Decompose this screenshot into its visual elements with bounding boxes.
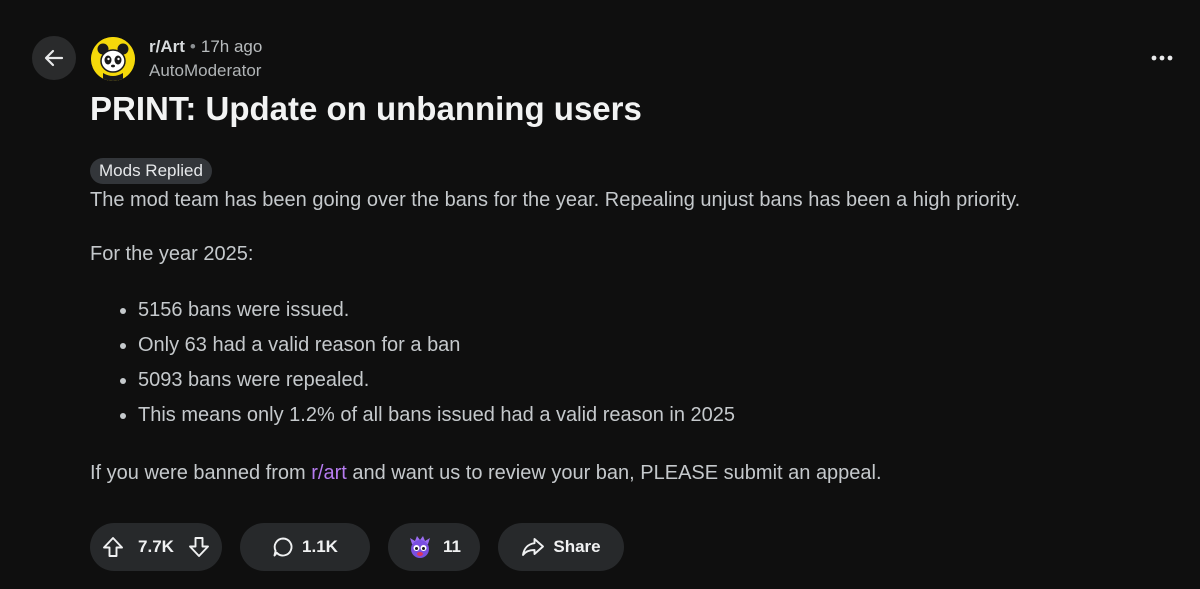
post-author[interactable]: AutoModerator [149,60,262,82]
upvote-button[interactable] [102,536,124,558]
meta-line: r/Art • 17h ago [149,36,262,58]
post-meta: r/Art • 17h ago AutoModerator [149,36,262,82]
vote-control: 7.7K [90,523,222,571]
body-appeal: If you were banned from r/art and want u… [90,459,1150,487]
subreddit-name[interactable]: r/Art [149,37,185,56]
vote-count: 7.7K [138,537,174,556]
post-flair[interactable]: Mods Replied [90,158,212,184]
award-count: 11 [443,537,461,556]
appeal-text-after: and want us to review your ban, PLEASE s… [346,462,882,484]
share-arrow-icon [522,538,545,556]
more-horizontal-icon [1151,55,1173,61]
body-year-heading: For the year 2025: [90,243,254,265]
comment-count: 1.1K [302,537,338,556]
meta-separator: • [189,37,196,56]
arrow-left-icon [44,49,64,67]
list-item: 5156 bans were issued. [138,293,1150,328]
appeal-text-before: If you were banned from [90,462,312,484]
more-options-button[interactable] [1140,44,1184,72]
subreddit-avatar[interactable] [91,37,135,81]
subreddit-link[interactable]: r/art [311,462,347,484]
share-button[interactable]: Share [498,523,624,571]
comments-button[interactable]: 1.1K [240,523,370,571]
post-time: 17h ago [200,37,263,56]
panda-mascot-icon [91,37,135,81]
action-bar: 7.7K 1.1K 11 Share [90,523,624,571]
award-button[interactable]: 11 [388,523,480,571]
stats-list: 5156 bans were issued. Only 63 had a val… [90,293,1150,433]
upvote-arrow-icon [103,537,123,557]
comment-bubble-icon [273,537,293,557]
share-label: Share [553,537,601,556]
list-item: This means only 1.2% of all bans issued … [138,398,1150,433]
post-page: r/Art • 17h ago AutoModerator PRINT: Updat… [0,0,1200,589]
award-icon [410,536,430,558]
list-item: 5093 bans were repealed. [138,363,1150,398]
downvote-arrow-icon [189,537,209,557]
post-title: PRINT: Update on unbanning users [90,90,642,127]
back-button[interactable] [32,36,76,80]
body-intro: The mod team has been going over the ban… [90,189,1021,211]
list-item: Only 63 had a valid reason for a ban [138,328,1150,363]
downvote-button[interactable] [188,536,210,558]
post-body: The mod team has been going over the ban… [90,186,1150,487]
